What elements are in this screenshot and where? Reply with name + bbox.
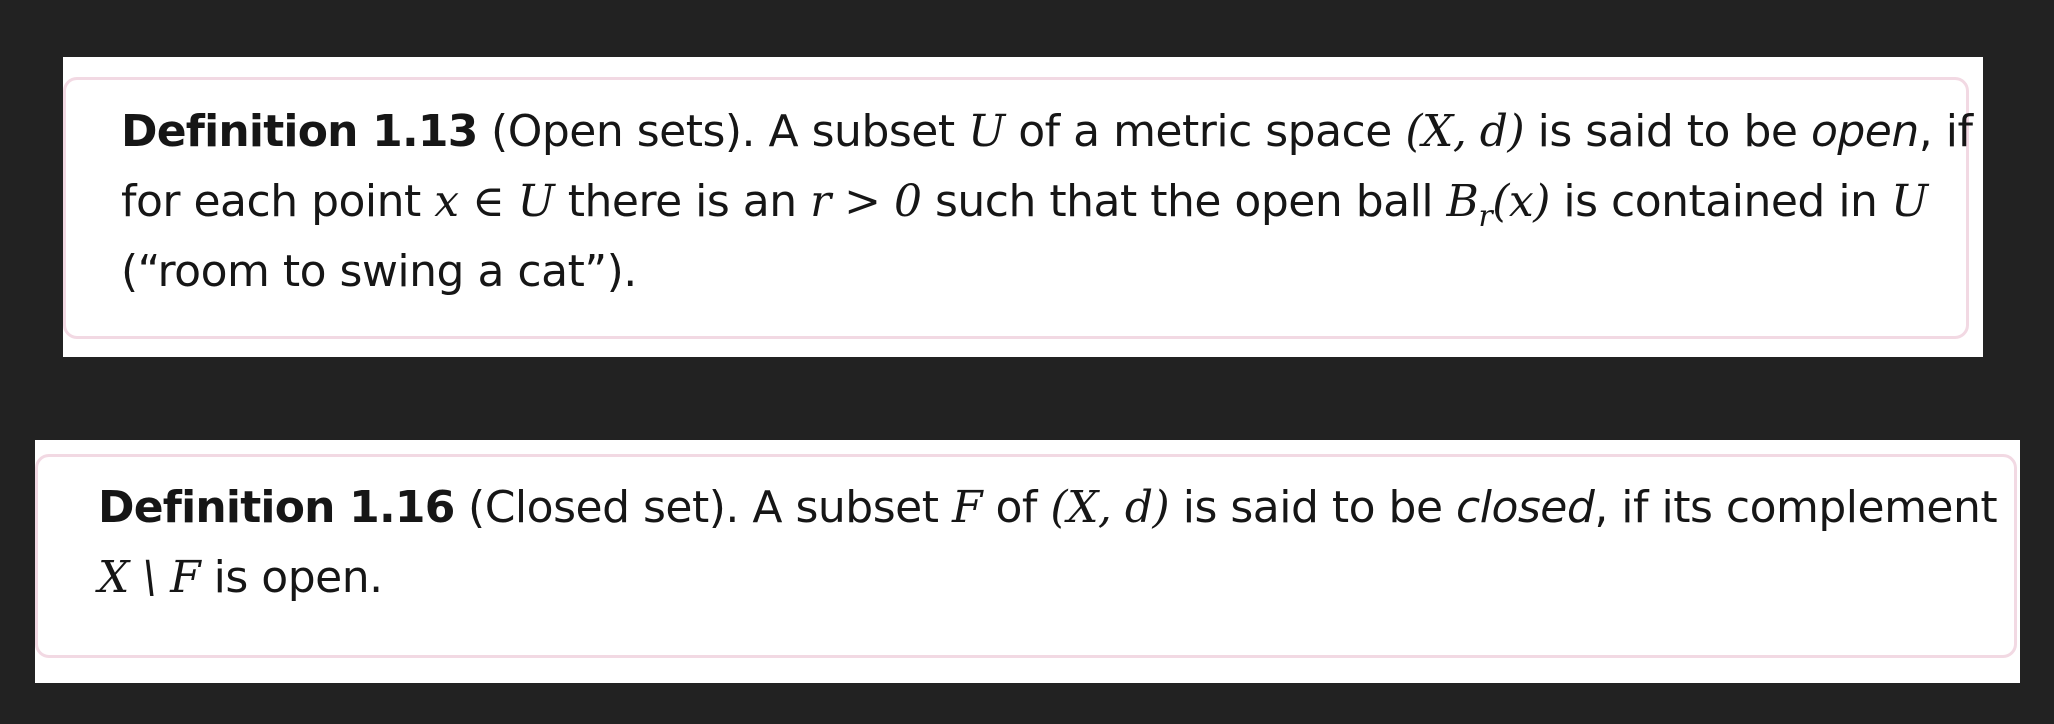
definition-label: Definition 1.16: [98, 482, 455, 533]
text-segment: , if: [1918, 106, 1973, 157]
text-segment: for each point: [121, 176, 421, 227]
defined-term: open: [1810, 106, 1919, 157]
text-segment: is said to be: [1182, 482, 1443, 533]
text-segment: there is an: [567, 176, 797, 227]
text-segment: of a metric space: [1018, 106, 1392, 157]
math-metric-space: (X, d): [1405, 106, 1525, 157]
math-U: U: [968, 106, 1005, 157]
definition-1-16-line-1: Definition 1.16 (Closed set). A subset F…: [98, 473, 1998, 543]
text-segment: A subset: [752, 482, 939, 533]
definition-1-13-line-2: for each point x ∈ U there is an r > 0 s…: [121, 167, 1972, 237]
definition-1-13-panel: Definition 1.13 (Open sets). A subset U …: [63, 57, 1983, 357]
text-segment: is contained in: [1563, 176, 1878, 227]
math-ball-argument: (x): [1492, 176, 1550, 227]
text-segment: (“room to swing a cat”).: [121, 246, 637, 297]
definition-1-16-line-2: X \ F is open.: [98, 543, 1997, 613]
math-subscript-r: r: [1478, 198, 1493, 234]
defined-term: closed: [1456, 482, 1595, 533]
definition-1-13-line-1: Definition 1.13 (Open sets). A subset U …: [121, 97, 1973, 167]
text-segment: of: [995, 482, 1038, 533]
canvas: Definition 1.13 (Open sets). A subset U …: [0, 0, 2054, 724]
math-metric-space: (X, d): [1050, 482, 1170, 533]
math-ball: Br(x): [1446, 176, 1551, 231]
math-F: F: [951, 482, 983, 533]
definition-title: (Open sets).: [491, 106, 756, 157]
text-segment: A subset: [768, 106, 956, 157]
definition-label: Definition 1.13: [121, 106, 478, 157]
definition-1-13-line-3: (“room to swing a cat”).: [121, 237, 1972, 307]
text-segment: is said to be: [1537, 106, 1798, 157]
math-U: U: [1890, 176, 1928, 227]
text-segment: such that the open ball: [935, 176, 1434, 227]
math-x-in-U: x ∈ U: [434, 176, 555, 227]
definition-1-13-text: Definition 1.13 (Open sets). A subset U …: [121, 97, 1973, 307]
definition-1-16-panel: Definition 1.16 (Closed set). A subset F…: [35, 440, 2020, 683]
math-r-gt-0: r > 0: [810, 176, 922, 227]
definition-title: (Closed set).: [468, 482, 739, 533]
text-segment: is open.: [213, 552, 383, 603]
text-segment: , if its complement: [1594, 482, 1998, 533]
definition-1-16-text: Definition 1.16 (Closed set). A subset F…: [98, 473, 1998, 613]
math-set-difference: X \ F: [98, 552, 201, 603]
math-B: B: [1446, 176, 1479, 227]
